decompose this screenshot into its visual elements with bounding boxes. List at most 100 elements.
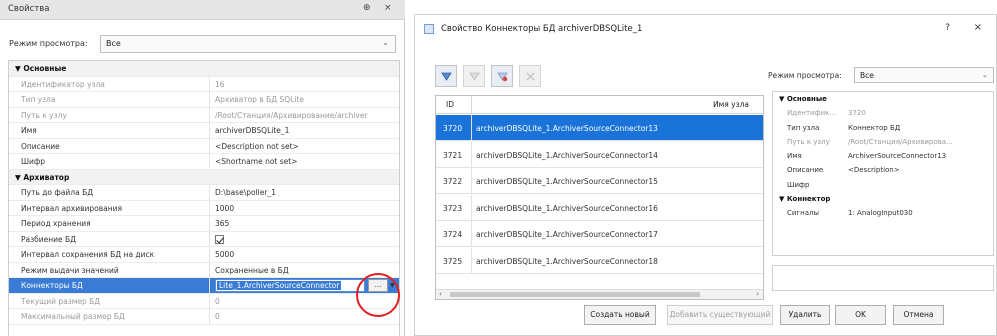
column-divider [471,247,472,274]
property-value[interactable]: D:\base\poller_1 [215,188,397,197]
property-row[interactable]: Путь к узлу/Root/Станция/Архивирова... [773,135,993,149]
list-item-id: 3721 [443,150,463,160]
property-key: Имя [21,126,37,135]
property-row[interactable]: Описание <Description not set> [9,138,399,154]
tools-icon [526,72,535,81]
create-new-button[interactable]: Создать новый [584,305,656,325]
property-row[interactable]: Интервал сохранения БД на диск 5000 [9,247,399,263]
scroll-right-icon[interactable]: › [756,290,759,298]
scroll-thumb[interactable] [450,292,700,297]
property-row[interactable]: Тип узла Коннектор БД [773,121,993,135]
view-mode-select[interactable]: Все ⌄ [100,35,396,53]
list-header: ID Имя узла [436,96,763,114]
close-icon[interactable]: × [384,3,392,13]
window-icon [424,24,434,34]
property-row[interactable]: Интервал архивирования 1000 [9,200,399,216]
property-group[interactable]: ▼ Архиватор [9,169,399,185]
property-divider [209,231,210,246]
property-key: Путь до файла БД [21,188,94,197]
property-value[interactable]: Коннектор БД [848,124,992,132]
property-divider [209,262,210,277]
property-group[interactable]: ▼ Коннектор [773,192,993,206]
property-row[interactable]: Имя ArchiverSourceConnector13 [773,149,993,163]
list-item[interactable]: 3723 archiverDBSQLite_1.ArchiverSourceCon… [436,194,763,221]
column-divider [471,141,472,168]
property-row[interactable]: Шифр [773,178,993,192]
property-row[interactable]: Коннекторы БД Lite_1.ArchiverSourceConnec… [9,278,399,294]
property-key: Путь к узлу [21,110,67,120]
scroll-left-icon[interactable]: ‹ [439,290,442,298]
property-key: Сигналы [787,209,819,218]
property-value[interactable]: 5000 [215,250,397,259]
property-row[interactable]: Тип узла Архиватор в БД SQLite [9,92,399,108]
dialog-title: Свойство Коннекторы БД archiverDBSQLite_… [441,24,643,34]
property-value[interactable]: archiverDBSQLite_1 [215,126,397,135]
list-item[interactable]: 3725 archiverDBSQLite_1.ArchiverSourceCon… [436,247,763,274]
property-row[interactable]: Описание <Description> [773,163,993,177]
property-value[interactable]: Сохраненные в БД [215,266,397,275]
property-value[interactable]: 365 [215,219,397,228]
property-value[interactable]: 1: AnalogInput030 [848,209,992,217]
copy-connector-button[interactable] [463,65,485,87]
copy-connector-icon [469,72,480,81]
delete-connector-button[interactable] [491,65,513,87]
dialog-view-mode-value: Все [860,71,874,80]
tools-button[interactable] [519,65,541,87]
list-item[interactable]: 3722 archiverDBSQLite_1.ArchiverSourceCon… [436,168,763,194]
property-key: Идентификатор узла [21,79,105,89]
col-id-header[interactable]: ID [446,100,454,109]
delete-button[interactable]: Удалить [780,305,830,325]
property-divider [209,154,210,169]
property-value: 3720 [848,109,866,118]
property-value[interactable]: <Description not set> [215,142,397,151]
property-row[interactable]: Текущий размер БД 0 [9,293,399,309]
add-existing-button[interactable]: Добавить существующий [667,305,773,325]
property-row[interactable]: Имя archiverDBSQLite_1 [9,123,399,139]
property-key: Коннекторы БД [21,281,83,290]
help-button[interactable]: ? [945,23,950,33]
list-item-name: archiverDBSQLite_1.ArchiverSourceConnect… [476,230,658,239]
property-divider [209,278,210,293]
add-connector-button[interactable] [435,65,457,87]
chevron-down-icon: ⌄ [382,38,389,47]
property-key: Период хранения [21,219,91,228]
list-item[interactable]: 3724 archiverDBSQLite_1.ArchiverSourceCon… [436,221,763,247]
property-row[interactable]: Сигналы 1: AnalogInput030 [773,206,993,220]
property-group[interactable]: ▼ Основные [773,92,993,106]
property-row[interactable]: Путь до файла БД D:\base\poller_1 [9,185,399,201]
property-row[interactable]: Режим выдачи значений Сохраненные в БД [9,262,399,278]
list-item[interactable]: 3721 archiverDBSQLite_1.ArchiverSourceCon… [436,141,763,168]
col-name-header[interactable]: Имя узла [713,100,749,109]
properties-title: Свойства [8,4,50,14]
property-key: Тип узла [787,123,820,132]
horizontal-scrollbar[interactable]: ‹ › [436,289,763,299]
property-group-label: ▼ Основные [779,95,827,103]
property-group[interactable]: ▼ Основные [9,61,399,77]
checkbox[interactable] [215,234,224,244]
property-key: Текущий размер БД [21,296,101,306]
ok-button[interactable]: OK [835,305,886,325]
property-row[interactable]: Шифр <Shortname not set> [9,154,399,170]
add-connector-icon [441,72,452,81]
dialog-close-button[interactable]: × [974,22,982,33]
pin-icon[interactable]: ⊕ [363,3,371,13]
property-row[interactable]: Максимальный размер БД 0 [9,309,399,325]
property-group-label: ▼ Основные [15,64,67,73]
property-row[interactable]: Идентификатор узла 16 [9,76,399,92]
connectors-editor[interactable]: Lite_1.ArchiverSourceConnector [215,279,365,292]
property-row[interactable]: Путь к узлу/Root/Станция/Архивирование/a… [9,107,399,123]
cancel-button[interactable]: Отмена [893,305,944,325]
description-area [772,265,994,291]
property-row[interactable]: Период хранения 365 [9,216,399,232]
property-value[interactable]: <Shortname not set> [215,157,397,166]
view-mode-label: Режим просмотра: [9,39,88,48]
property-key: Интервал сохранения БД на диск [21,250,155,259]
property-value[interactable]: 1000 [215,204,397,213]
property-value[interactable]: <Description> [848,166,992,174]
property-row[interactable]: Разбиение БД [9,231,399,247]
property-row[interactable]: Идентифик... 3720 [773,106,993,120]
list-item[interactable]: 3720 archiverDBSQLite_1.ArchiverSourceCon… [436,115,763,141]
property-value[interactable]: ArchiverSourceConnector13 [848,152,992,160]
highlight-circle [356,273,400,317]
dialog-view-mode-select[interactable]: Все ⌄ [854,67,994,83]
